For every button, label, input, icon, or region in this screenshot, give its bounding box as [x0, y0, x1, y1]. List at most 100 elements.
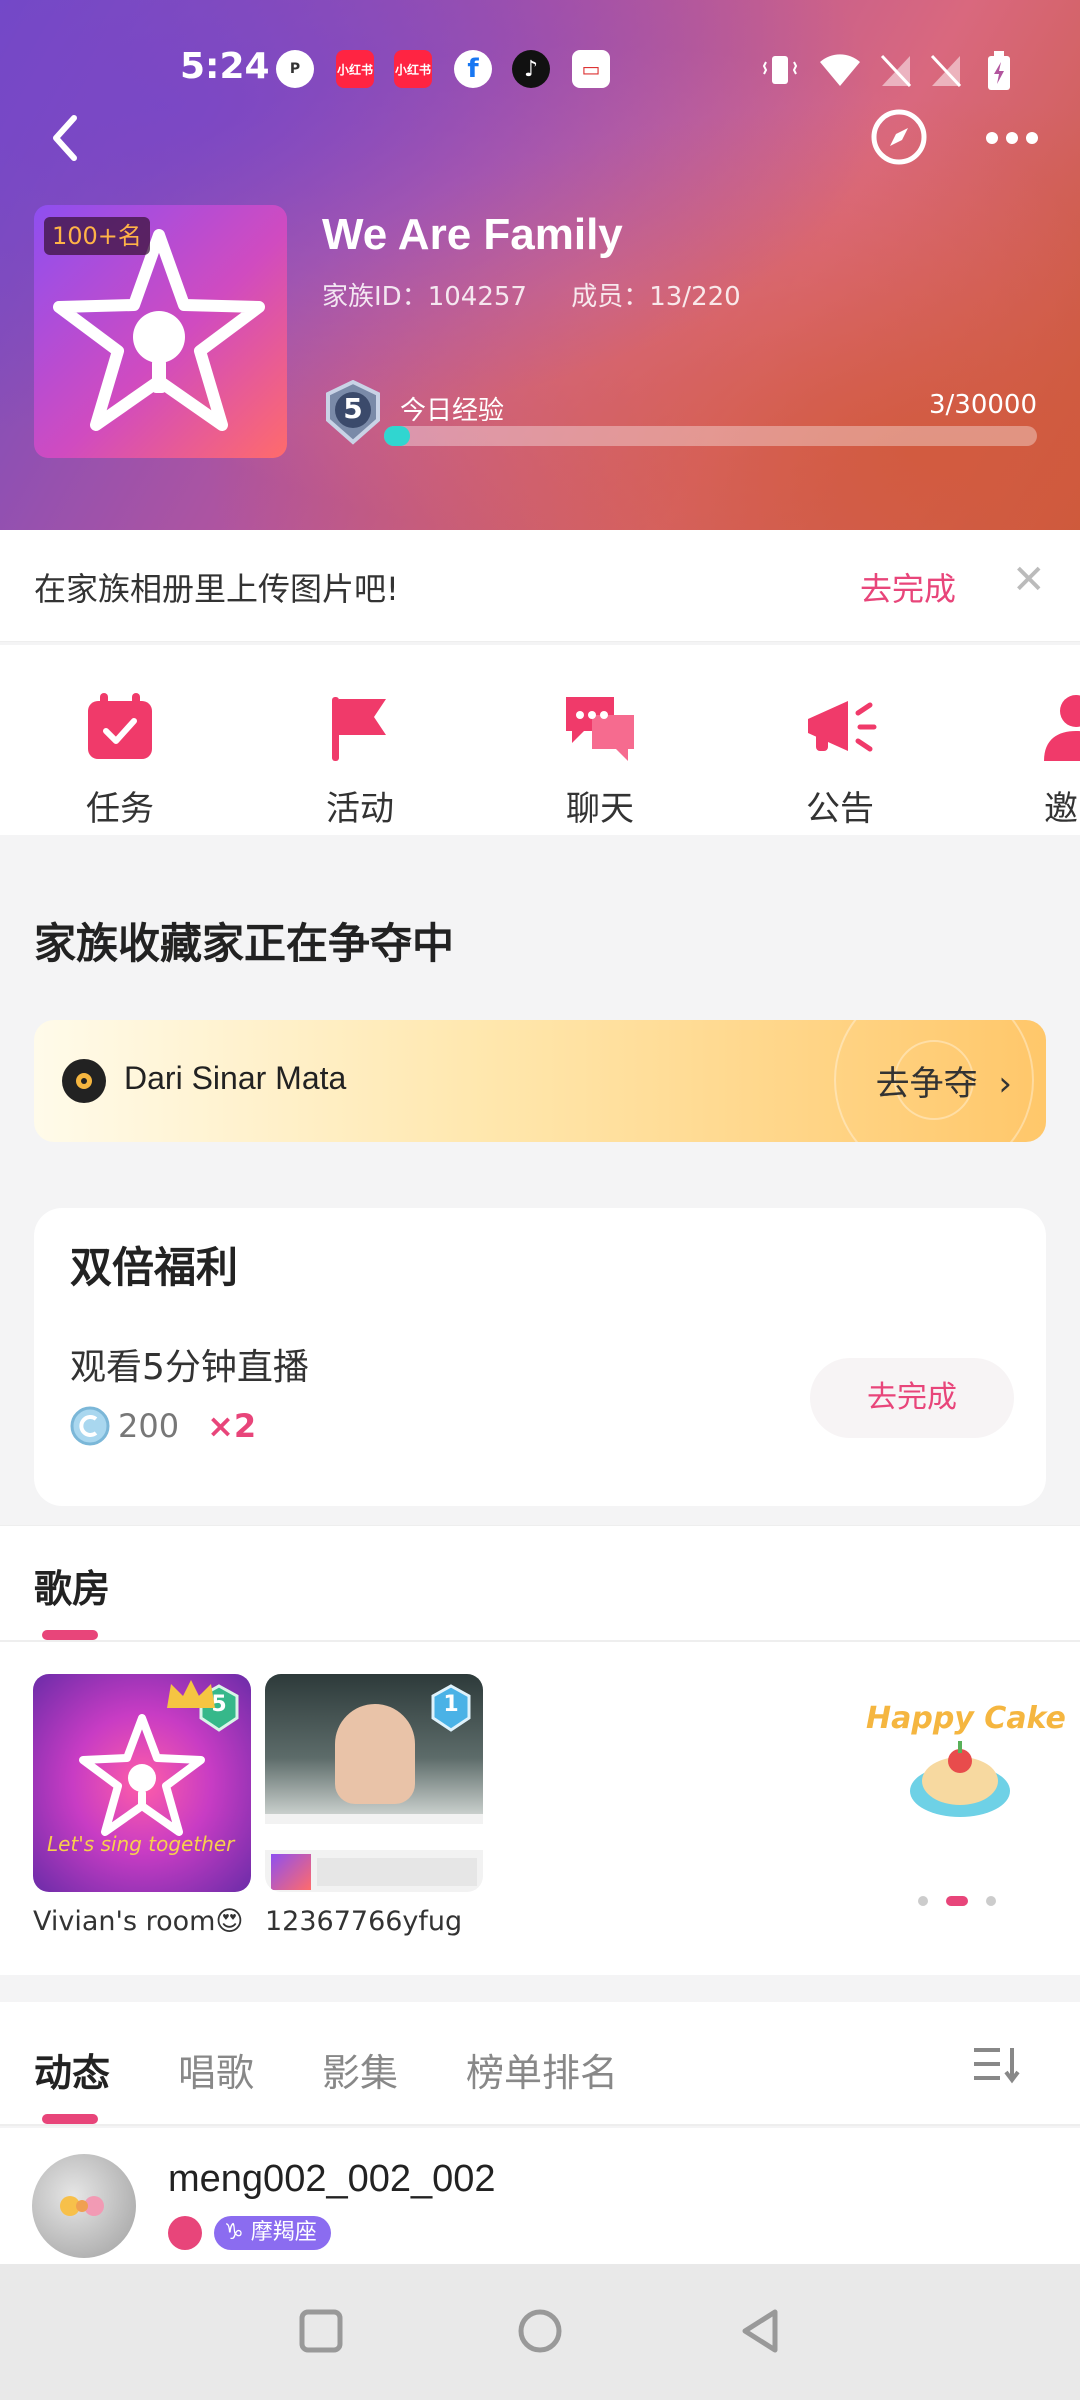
app-notification-icon: P: [276, 50, 314, 88]
status-bar: 5:24 P 小红书 小红书 f ♪ ▭: [0, 40, 1080, 100]
battery-charging-icon: [988, 51, 1010, 90]
benefit-title: 双倍福利: [70, 1243, 239, 1292]
experience-value: 3/30000: [928, 390, 1037, 420]
carousel-dot: [986, 1896, 996, 1906]
zodiac-badge: ♑ 摩羯座: [214, 2216, 331, 2250]
feature-label: 公告: [806, 789, 874, 829]
collector-banner[interactable]: Dari Sinar Mata 去争夺 ›: [34, 1020, 1046, 1142]
xiaohongshu-icon: 小红书: [336, 50, 374, 88]
feed-username[interactable]: meng002_002_002: [168, 2158, 496, 2201]
feature-label: 聊天: [566, 789, 634, 829]
calendar-check-icon: [88, 693, 152, 759]
tab-feed[interactable]: 动态: [34, 2042, 110, 2097]
microphone-star-icon: [53, 229, 265, 431]
music-disc-icon: [62, 1059, 106, 1103]
feature-chat[interactable]: 聊天: [520, 645, 680, 830]
feature-invite[interactable]: 邀: [1000, 645, 1080, 830]
home-icon[interactable]: [515, 2306, 565, 2356]
benefit-task: 观看5分钟直播: [70, 1347, 309, 1388]
coin-amount: 200: [118, 1407, 180, 1445]
zodiac-label: 摩羯座: [250, 2220, 317, 2245]
song-name: Dari Sinar Mata: [124, 1060, 347, 1096]
rank-badge: 100+名: [44, 217, 150, 255]
capricorn-icon: ♑: [224, 2220, 251, 2245]
notice-complete-button[interactable]: 去完成: [860, 564, 956, 610]
compete-label: 去争夺: [875, 1064, 978, 1104]
feed-item[interactable]: meng002_002_002 ♑ 摩羯座: [0, 2128, 1080, 2264]
carousel-dot-active: [946, 1896, 968, 1906]
experience-section: 5 今日经验 3/30000: [322, 380, 1037, 450]
user-icon: [1044, 695, 1080, 761]
feature-tasks[interactable]: 任务: [40, 645, 200, 830]
room-photo-subject: [335, 1704, 415, 1804]
megaphone-icon: [808, 701, 877, 752]
tab-album[interactable]: 影集: [322, 2042, 398, 2097]
benefit-complete-button[interactable]: 去完成: [810, 1358, 1014, 1438]
flag-icon: [332, 697, 386, 761]
double-benefit-card: 双倍福利 观看5分钟直播 200 ×2 去完成: [34, 1208, 1046, 1506]
system-navigation-bar: [0, 2264, 1080, 2400]
content-tabs: 动态 唱歌 影集 榜单排名: [0, 2002, 1080, 2126]
sort-icon[interactable]: [972, 2042, 1024, 2086]
mail-icon: ▭: [572, 50, 610, 88]
feed-tags: ♑ 摩羯座: [168, 2216, 331, 2250]
cake-icon: [910, 1741, 1010, 1817]
vibrate-icon: [762, 56, 798, 84]
rooms-title-underline: [42, 1630, 98, 1640]
room-card[interactable]: 1 12367766yfug: [265, 1674, 483, 1937]
divider: [0, 1640, 1080, 1642]
more-icon[interactable]: [982, 118, 1042, 158]
feature-activities[interactable]: 活动: [280, 645, 440, 830]
room-card[interactable]: Let's sing together 5 Vivian's room😍: [33, 1674, 251, 1937]
chat-bubbles-icon: [566, 697, 634, 761]
family-meta: 家族ID：104257 成员：13/220: [322, 276, 777, 313]
collector-title: 家族收藏家正在争夺中: [34, 919, 455, 968]
tab-active-underline: [42, 2114, 98, 2124]
tab-ranking[interactable]: 榜单排名: [466, 2042, 618, 2097]
back-nav-icon[interactable]: [735, 2306, 785, 2356]
family-members: 成员：13/220: [571, 282, 741, 312]
coin-multiplier: ×2: [207, 1407, 257, 1445]
family-id: 家族ID：104257: [322, 282, 527, 312]
family-avatar[interactable]: 100+名: [34, 205, 287, 458]
wifi-icon: [820, 54, 860, 86]
room-photo-strip: [265, 1824, 483, 1850]
back-icon[interactable]: [42, 108, 88, 168]
close-icon[interactable]: ✕: [1012, 560, 1046, 600]
coin-icon: [70, 1406, 110, 1446]
room-thumbnail: 1: [265, 1674, 483, 1892]
room-mini-avatar: [271, 1854, 311, 1890]
feature-label: 邀: [1044, 789, 1078, 829]
feature-shortcuts: 任务 活动 聊天 公告 邀: [0, 645, 1080, 835]
compete-button[interactable]: 去争夺 ›: [876, 1056, 1012, 1105]
room-level: 1: [443, 1692, 459, 1717]
room-caption: Let's sing together: [47, 1832, 235, 1856]
upload-notice-bar: 在家族相册里上传图片吧! 去完成 ✕: [0, 530, 1080, 642]
family-header: 5:24 P 小红书 小红书 f ♪ ▭ 100+名 We Are Family…: [0, 0, 1080, 530]
chevron-right-icon: ›: [998, 1064, 1012, 1104]
recent-apps-icon[interactable]: [296, 2306, 346, 2356]
carousel-dot: [918, 1896, 928, 1906]
family-name: We Are Family: [322, 210, 623, 259]
compass-icon[interactable]: [870, 108, 928, 166]
happy-cake-promo[interactable]: Happy Cake: [860, 1701, 1066, 1821]
room-name: Vivian's room😍: [33, 1906, 244, 1937]
rooms-title: 歌房: [34, 1567, 111, 1611]
experience-bar-fill: [384, 426, 411, 446]
crown-icon: [167, 1680, 215, 1708]
level-number: 5: [343, 392, 363, 425]
carousel-dots: [918, 1896, 1014, 1906]
avatar[interactable]: [32, 2154, 136, 2258]
experience-label: 今日经验: [400, 396, 505, 426]
tiktok-icon: ♪: [512, 50, 550, 88]
experience-bar: [384, 426, 1037, 446]
feature-label: 任务: [86, 789, 154, 829]
xiaohongshu-icon: 小红书: [394, 50, 432, 88]
tab-sing[interactable]: 唱歌: [178, 2042, 254, 2097]
reward-row: 200 ×2: [70, 1404, 256, 1448]
room-name: 12367766yfug: [265, 1906, 463, 1937]
no-signal-icon: [880, 54, 912, 88]
flower-icon: [60, 2196, 104, 2216]
feature-announcement[interactable]: 公告: [760, 645, 920, 830]
promo-text: Happy Cake: [866, 1701, 1066, 1736]
